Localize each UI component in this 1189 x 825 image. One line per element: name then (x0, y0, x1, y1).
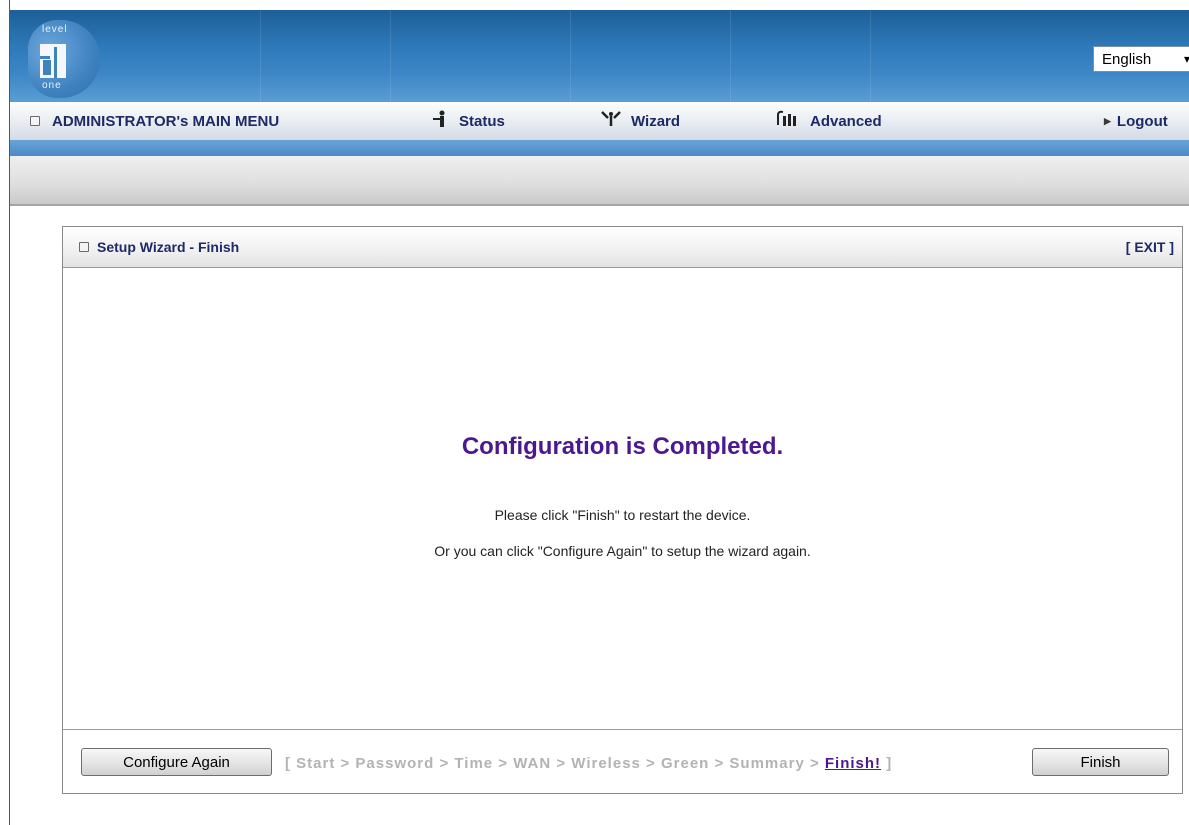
banner-tile (730, 10, 871, 102)
completion-heading: Configuration is Completed. (461, 433, 784, 460)
nav-advanced[interactable]: Advanced (775, 102, 882, 140)
wizard-step-current[interactable]: Finish! (825, 755, 881, 772)
nav-wizard-label: Wizard (631, 112, 681, 130)
nav-blue-band (10, 140, 1189, 156)
nav-status[interactable]: Status (430, 102, 505, 140)
sub-header-band (10, 156, 1189, 206)
nav-logout-label: Logout (1116, 112, 1168, 130)
banner-tile (260, 10, 391, 102)
setup-wizard-panel: Setup Wizard - Finish [ EXIT ] Configura… (62, 226, 1183, 794)
configure-again-button[interactable]: Configure Again (81, 748, 272, 776)
status-icon (430, 110, 450, 132)
panel-title: Setup Wizard - Finish (79, 239, 239, 255)
language-select[interactable]: English ▾ (1093, 46, 1189, 72)
admin-main-menu[interactable]: ADMINISTRATOR's MAIN MENU (30, 102, 279, 140)
wizard-steps-prior: [ Start > Password > Time > WAN > Wirele… (285, 755, 825, 772)
nav-advanced-label: Advanced (810, 112, 882, 130)
panel-square-icon (79, 242, 89, 252)
advanced-icon (775, 110, 801, 132)
nav-wizard[interactable]: Wizard (600, 102, 680, 140)
nav-status-label: Status (459, 112, 505, 130)
wizard-steps-close: ] (881, 755, 893, 772)
main-nav-bar: ADMINISTRATOR's MAIN MENU Status Wizard (10, 102, 1189, 141)
panel-header: Setup Wizard - Finish [ EXIT ] (63, 227, 1182, 268)
exit-link[interactable]: [ EXIT ] (1126, 239, 1174, 255)
arrow-right-icon: ▶ (1104, 115, 1111, 126)
nav-logout[interactable]: ▶ Logout (1104, 102, 1168, 140)
wizard-icon (600, 110, 622, 132)
top-banner: level one English ▾ (10, 10, 1189, 102)
configure-again-instruction: Or you can click "Configure Again" to se… (434, 543, 811, 559)
logo-top-text: level (42, 24, 68, 35)
logo-bottom-text: one (42, 80, 62, 91)
language-select-value: English (1102, 51, 1152, 68)
panel-title-text: Setup Wizard - Finish (97, 239, 240, 255)
finish-button[interactable]: Finish (1032, 748, 1169, 776)
levelone-logo: level one (28, 20, 100, 98)
menu-square-icon (30, 116, 40, 126)
banner-tile (390, 10, 571, 102)
banner-tile (870, 10, 1031, 102)
panel-footer: Configure Again [ Start > Password > Tim… (63, 729, 1182, 794)
logo-mark (40, 44, 66, 78)
admin-main-menu-label: ADMINISTRATOR's MAIN MENU (52, 112, 280, 130)
banner-tile (570, 10, 731, 102)
finish-instruction: Please click "Finish" to restart the dev… (494, 507, 751, 523)
chevron-down-icon: ▾ (1184, 52, 1189, 66)
wizard-steps-breadcrumb: [ Start > Password > Time > WAN > Wirele… (285, 755, 892, 772)
